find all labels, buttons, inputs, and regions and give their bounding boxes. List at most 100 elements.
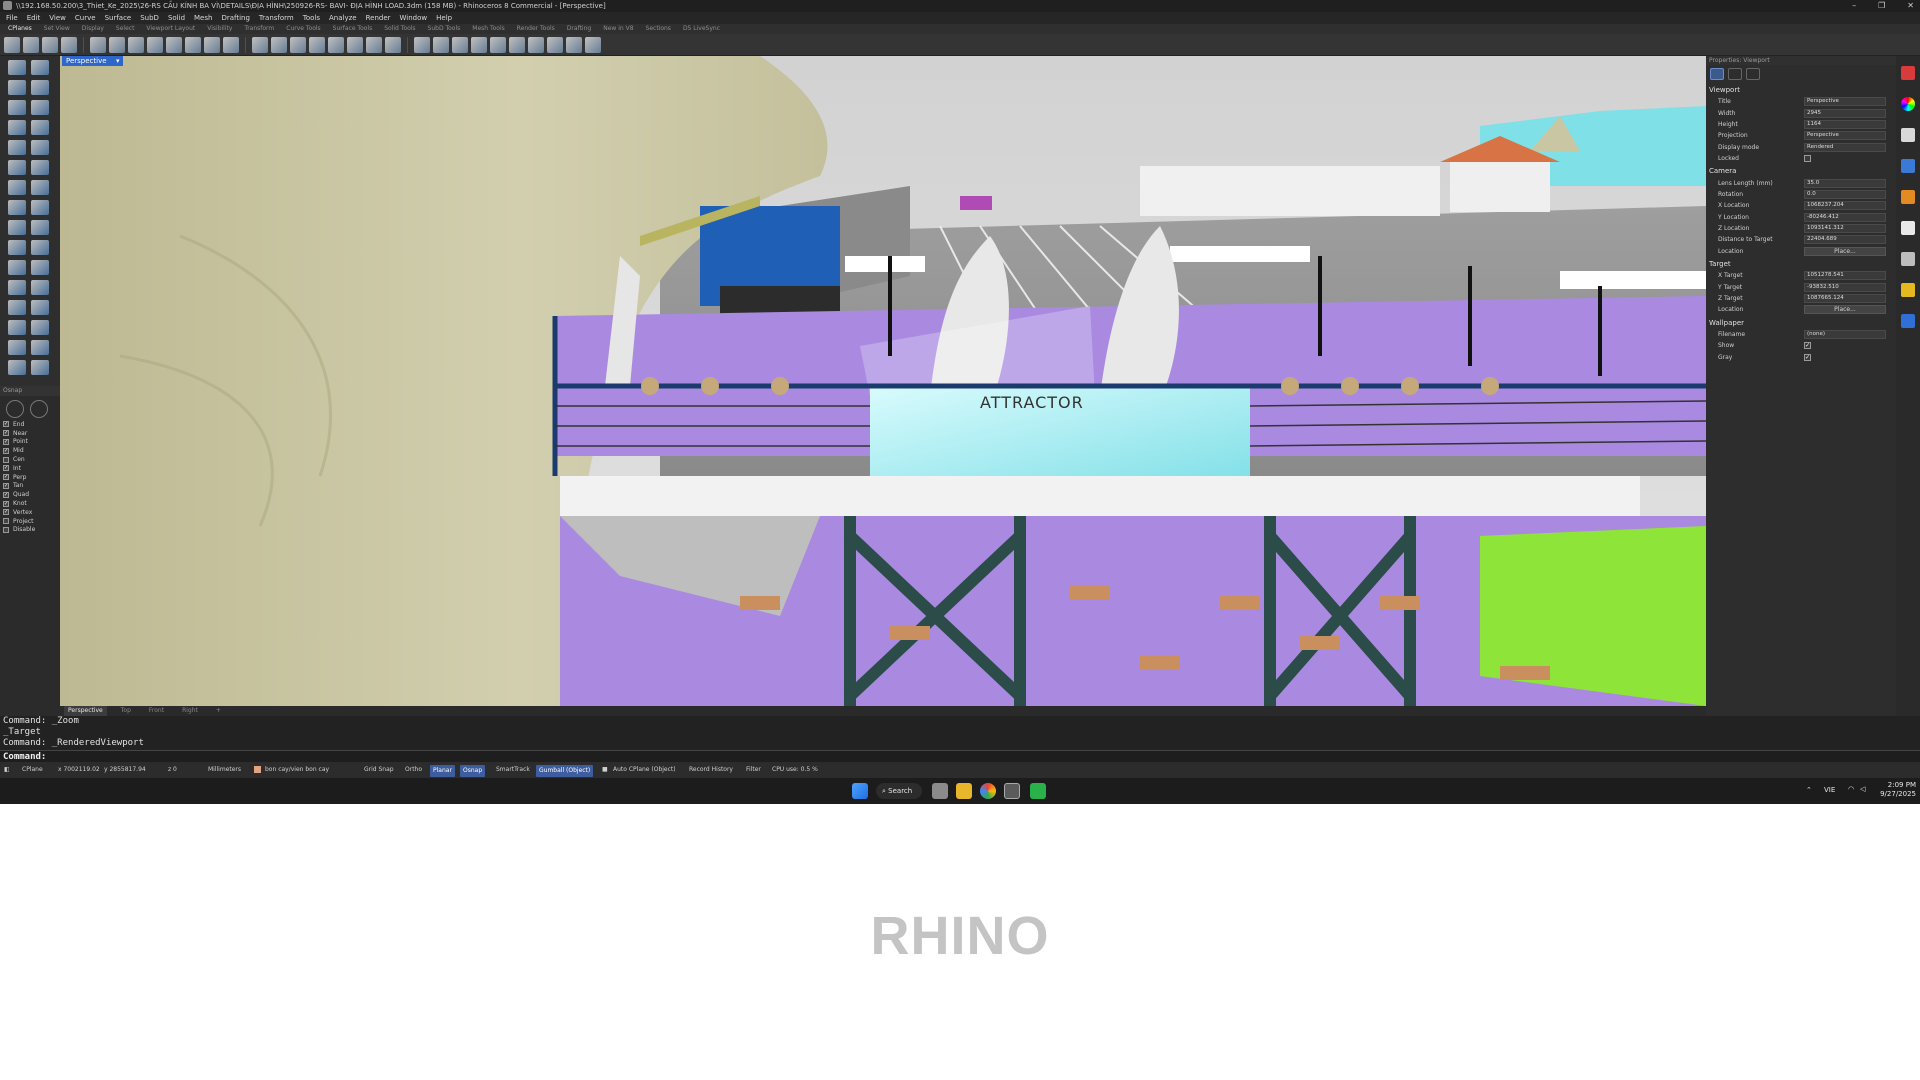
tool-palette-icon[interactable]	[31, 140, 49, 155]
tool-palette-icon[interactable]	[31, 80, 49, 95]
osnap-item-perp[interactable]: ✓ Perp	[0, 473, 60, 482]
osnap-checkbox[interactable]: ✓	[3, 491, 9, 498]
osnap-item-project[interactable]: Project	[0, 517, 60, 526]
libraries-icon[interactable]	[1901, 283, 1915, 297]
viewport-tab-right[interactable]: Right	[178, 706, 202, 716]
toolbar-tool-icon[interactable]	[109, 36, 125, 53]
toolbar-tool-icon[interactable]	[204, 36, 220, 53]
menu-tools[interactable]: Tools	[303, 12, 320, 24]
toolbar-tool-icon[interactable]	[509, 36, 525, 53]
smarttrack-toggle[interactable]: SmartTrack	[496, 762, 530, 778]
osnap-checkbox[interactable]: ✓	[3, 482, 9, 489]
osnap-item-knot[interactable]: ✓ Knot	[0, 499, 60, 508]
chrome-icon[interactable]	[980, 783, 996, 799]
menu-subd[interactable]: SubD	[140, 12, 159, 24]
toolbar-tab-visibility[interactable]: Visibility	[207, 24, 232, 34]
tool-palette-icon[interactable]	[8, 360, 26, 375]
menu-transform[interactable]: Transform	[259, 12, 294, 24]
tool-palette-icon[interactable]	[31, 220, 49, 235]
show-checkbox[interactable]: ✓	[1804, 342, 1811, 350]
menu-view[interactable]: View	[49, 12, 66, 24]
viewport-title-tab[interactable]: Perspective	[62, 56, 123, 66]
display-icon[interactable]	[1901, 128, 1915, 142]
toolbar-tool-icon[interactable]	[566, 36, 582, 53]
toolbar-tool-icon[interactable]	[166, 36, 182, 53]
toolbar-tab-transform[interactable]: Transform	[244, 24, 274, 34]
toolbar-tool-icon[interactable]	[42, 36, 58, 53]
viewport-tab-front[interactable]: Front	[145, 706, 168, 716]
prop-value-field[interactable]: 0.0	[1804, 189, 1886, 199]
gray-checkbox[interactable]: ✓	[1804, 353, 1811, 361]
file-explorer-icon[interactable]	[956, 783, 972, 799]
toolbar-tool-icon[interactable]	[271, 36, 287, 53]
osnap-item-quad[interactable]: ✓ Quad	[0, 490, 60, 499]
display-props-icon[interactable]	[1746, 68, 1760, 80]
tray-chevron-icon[interactable]: ⌃	[1806, 786, 1812, 794]
command-prompt[interactable]: Command:	[0, 750, 1920, 762]
osnap-checkbox[interactable]	[3, 526, 9, 533]
prop-value-field[interactable]: 22404.689	[1804, 235, 1886, 245]
toolbar-tool-icon[interactable]	[223, 36, 239, 53]
render-icon[interactable]	[1901, 66, 1915, 80]
perspective-viewport[interactable]: Perspective ▾ ATTRACTOR	[60, 56, 1706, 706]
toolbar-tool-icon[interactable]	[23, 36, 39, 53]
osnap-checkbox[interactable]: ✓	[3, 509, 9, 516]
osnap-item-point[interactable]: ✓ Point	[0, 438, 60, 447]
auto-cplane-toggle[interactable]: Auto CPlane (Object)	[613, 762, 676, 778]
tool-palette-icon[interactable]	[8, 220, 26, 235]
toolbar-tab-subd-tools[interactable]: SubD Tools	[428, 24, 461, 34]
toolbar-tool-icon[interactable]	[185, 36, 201, 53]
tool-palette-icon[interactable]	[8, 100, 26, 115]
toolbar-tool-icon[interactable]	[4, 36, 20, 53]
toolbar-tool-icon[interactable]	[414, 36, 430, 53]
menu-window[interactable]: Window	[400, 12, 428, 24]
rendered-3d-scene[interactable]: ATTRACTOR	[60, 56, 1706, 706]
close-button[interactable]: ✕	[1907, 0, 1914, 12]
toolbar-tab-cplanes[interactable]: CPlanes	[8, 24, 32, 34]
prop-value-field[interactable]: 2945	[1804, 108, 1886, 118]
tool-palette-icon[interactable]	[8, 260, 26, 275]
ortho-toggle[interactable]: Ortho	[405, 762, 422, 778]
windows-start-icon[interactable]	[852, 783, 868, 799]
tool-palette-icon[interactable]	[8, 140, 26, 155]
osnap-checkbox[interactable]: ✓	[3, 447, 9, 454]
layers-icon[interactable]	[1901, 190, 1915, 204]
osnap-item-int[interactable]: ✓ Int	[0, 464, 60, 473]
toolbar-tool-icon[interactable]	[433, 36, 449, 53]
viewport-tab-perspective[interactable]: Perspective	[64, 706, 107, 716]
document-icon[interactable]	[1901, 221, 1915, 235]
snap-circle-icon[interactable]	[6, 400, 24, 418]
tool-palette-icon[interactable]	[31, 280, 49, 295]
tool-palette-icon[interactable]	[8, 240, 26, 255]
toolbar-tool-icon[interactable]	[328, 36, 344, 53]
toolbar-tab-new-in-v8[interactable]: New in V8	[603, 24, 633, 34]
prop-value-field[interactable]: 35.0	[1804, 178, 1886, 188]
tool-palette-icon[interactable]	[31, 180, 49, 195]
volume-icon[interactable]: ◁	[1860, 785, 1865, 793]
cplane-label[interactable]: CPlane	[22, 762, 43, 778]
tool-palette-icon[interactable]	[8, 320, 26, 335]
toolbar-tool-icon[interactable]	[471, 36, 487, 53]
prop-value-field[interactable]: Perspective	[1804, 131, 1886, 141]
osnap-item-mid[interactable]: ✓ Mid	[0, 446, 60, 455]
prop-value-field[interactable]: Perspective	[1804, 97, 1886, 107]
toolbar-tool-icon[interactable]	[585, 36, 601, 53]
tool-palette-icon[interactable]	[31, 260, 49, 275]
osnap-item-end[interactable]: ✓ End	[0, 420, 60, 429]
language-indicator[interactable]: VIE	[1824, 786, 1835, 794]
tool-palette-icon[interactable]	[31, 300, 49, 315]
toolbar-tab-display[interactable]: Display	[82, 24, 104, 34]
osnap-item-near[interactable]: ✓ Near	[0, 429, 60, 438]
viewport-tab-top[interactable]: Top	[117, 706, 135, 716]
menu-mesh[interactable]: Mesh	[194, 12, 212, 24]
menu-solid[interactable]: Solid	[168, 12, 185, 24]
tool-palette-icon[interactable]	[8, 340, 26, 355]
menu-render[interactable]: Render	[366, 12, 391, 24]
osnap-item-tan[interactable]: ✓ Tan	[0, 482, 60, 491]
osnap-checkbox[interactable]: ✓	[3, 474, 9, 481]
osnap-checkbox[interactable]: ✓	[3, 430, 9, 437]
maximize-button[interactable]: ❐	[1878, 0, 1885, 12]
toolbar-tool-icon[interactable]	[128, 36, 144, 53]
target-place-button[interactable]: Place...	[1804, 305, 1886, 315]
osnap-item-vertex[interactable]: ✓ Vertex	[0, 508, 60, 517]
